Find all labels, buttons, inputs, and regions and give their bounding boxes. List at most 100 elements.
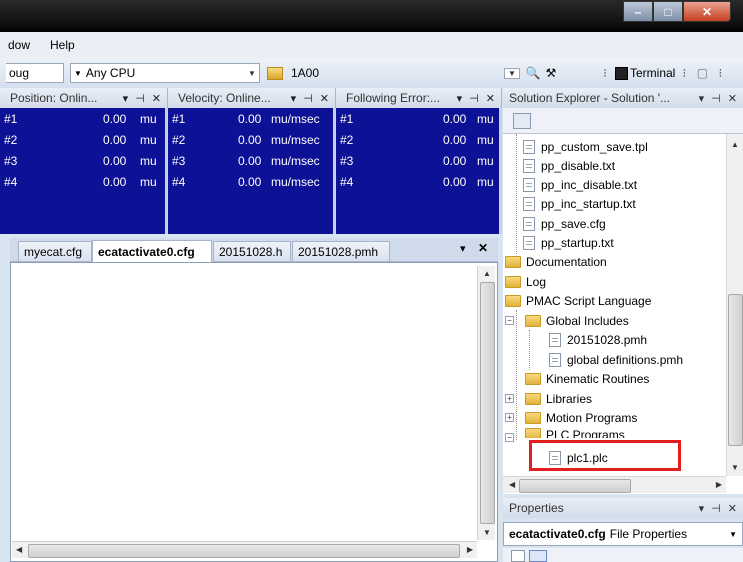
- scroll-thumb[interactable]: [480, 282, 495, 524]
- tab-list-dropdown-icon[interactable]: ▾: [460, 242, 466, 255]
- tree-item[interactable]: 20151028.pmh: [549, 330, 647, 349]
- tree-item-libraries[interactable]: Libraries: [525, 389, 592, 408]
- tree-item-plc-programs[interactable]: PLC Programs: [525, 428, 625, 438]
- scroll-left-icon[interactable]: ◀: [509, 480, 515, 489]
- dropdown-icon[interactable]: ▾: [699, 92, 705, 105]
- pane-title: Velocity: Online...: [178, 91, 271, 105]
- close-icon[interactable]: ✕: [728, 92, 737, 105]
- window-icon[interactable]: ▢: [693, 64, 711, 82]
- tree-item-global-includes[interactable]: Global Includes: [525, 311, 629, 330]
- tree-item-pmac-script-language[interactable]: PMAC Script Language: [505, 291, 651, 310]
- properties-icon[interactable]: [513, 113, 531, 129]
- watch-value: 0.00: [103, 154, 127, 168]
- motor-id: #1: [4, 112, 18, 126]
- expand-icon[interactable]: +: [505, 413, 514, 422]
- collapse-icon[interactable]: −: [505, 316, 514, 325]
- tab-20151028-pmh[interactable]: 20151028.pmh: [292, 241, 390, 261]
- tab-ecatactivate0-cfg[interactable]: ecatactivate0.cfg: [92, 240, 212, 262]
- chevron-down-icon: ▼: [74, 68, 82, 78]
- watch-value: 0.00: [443, 175, 467, 189]
- tree-item-label: pp_custom_save.tpl: [541, 139, 648, 154]
- open-folder-icon[interactable]: [266, 64, 284, 82]
- motor-id: #1: [340, 112, 354, 126]
- panel-title: Solution Explorer - Solution '...: [509, 91, 671, 105]
- address-combo[interactable]: 1A00 ▼: [288, 63, 520, 83]
- pin-icon[interactable]: ⊣: [711, 502, 721, 515]
- close-icon[interactable]: ✕: [486, 92, 495, 105]
- pin-icon[interactable]: ⊣: [469, 92, 479, 105]
- scroll-right-icon[interactable]: ▶: [716, 480, 722, 489]
- tree-item-label: PMAC Script Language: [526, 293, 652, 308]
- close-icon[interactable]: ✕: [728, 502, 737, 515]
- grip-icon: ⁝: [682, 66, 687, 80]
- maximize-button[interactable]: □: [653, 1, 683, 22]
- solution-horizontal-scrollbar[interactable]: ◀ ▶: [503, 476, 726, 493]
- configuration-combo[interactable]: oug: [6, 63, 64, 83]
- scroll-right-icon[interactable]: ▶: [467, 545, 473, 554]
- find-icon[interactable]: 🔍: [524, 64, 542, 82]
- scroll-up-icon[interactable]: ▲: [483, 269, 491, 278]
- alphabetical-icon[interactable]: [529, 550, 547, 562]
- watch-row: #3 0.00 mu/msec: [168, 151, 333, 171]
- expand-icon[interactable]: +: [505, 394, 514, 403]
- file-icon: [523, 216, 535, 231]
- watch-unit: mu/msec: [271, 133, 320, 147]
- dropdown-icon[interactable]: ▾: [123, 92, 129, 105]
- tree-item-label: Libraries: [546, 391, 593, 406]
- tree-line: [529, 330, 530, 370]
- tree-item[interactable]: pp_inc_startup.txt: [523, 194, 636, 213]
- tree-item-documentation[interactable]: Documentation: [505, 252, 607, 271]
- code-editor[interactable]: [10, 262, 498, 562]
- pin-icon[interactable]: ⊣: [135, 92, 145, 105]
- scroll-down-icon[interactable]: ▼: [483, 528, 491, 537]
- title-bar: – □ ✕: [0, 0, 743, 32]
- motor-id: #4: [4, 175, 18, 189]
- folder-open-icon: [525, 314, 541, 327]
- pin-icon[interactable]: ⊣: [711, 92, 721, 105]
- editor-vertical-scrollbar[interactable]: ▲ ▼: [477, 266, 495, 540]
- tree-item-kinematic-routines[interactable]: Kinematic Routines: [525, 369, 649, 388]
- scroll-thumb[interactable]: [28, 544, 460, 558]
- tree-item[interactable]: pp_save.cfg: [523, 214, 606, 233]
- properties-object-selector[interactable]: ecatactivate0.cfg File Properties ▼: [503, 522, 743, 546]
- collapse-icon[interactable]: −: [505, 433, 514, 442]
- solution-vertical-scrollbar[interactable]: ▲ ▼: [726, 134, 743, 476]
- dropdown-icon[interactable]: ▾: [699, 502, 705, 515]
- close-button[interactable]: ✕: [683, 1, 731, 22]
- menu-bar: dow Help: [0, 32, 743, 58]
- tab-myecat-cfg[interactable]: myecat.cfg: [18, 241, 92, 261]
- tree-item-log[interactable]: Log: [505, 272, 546, 291]
- editor-horizontal-scrollbar[interactable]: ◀ ▶: [12, 541, 477, 558]
- watch-value: 0.00: [443, 154, 467, 168]
- categorized-icon[interactable]: [511, 550, 525, 562]
- scroll-down-icon[interactable]: ▼: [731, 463, 739, 472]
- watch-value: 0.00: [238, 112, 262, 126]
- tree-item[interactable]: pp_startup.txt: [523, 233, 614, 252]
- minimize-button[interactable]: –: [623, 1, 653, 22]
- tree-item[interactable]: pp_custom_save.tpl: [523, 137, 648, 156]
- tree-item[interactable]: pp_disable.txt: [523, 156, 615, 175]
- tab-20151028-h[interactable]: 20151028.h: [213, 241, 291, 261]
- tree-item-motion-programs[interactable]: Motion Programs: [525, 408, 637, 427]
- terminal-button[interactable]: Terminal: [630, 66, 675, 80]
- menu-window[interactable]: dow: [0, 38, 40, 52]
- pin-icon[interactable]: ⊣: [303, 92, 313, 105]
- dropdown-icon[interactable]: ▾: [291, 92, 297, 105]
- scroll-up-icon[interactable]: ▲: [731, 140, 739, 149]
- watch-value: 0.00: [103, 112, 127, 126]
- scroll-left-icon[interactable]: ◀: [16, 545, 22, 554]
- tree-item[interactable]: global definitions.pmh: [549, 350, 683, 369]
- platform-combo[interactable]: ▼ Any CPU ▼: [70, 63, 260, 83]
- scroll-thumb[interactable]: [728, 294, 743, 446]
- tree-item[interactable]: pp_inc_disable.txt: [523, 175, 637, 194]
- chevron-down-icon[interactable]: ▼: [729, 530, 737, 539]
- hammer-icon[interactable]: ⚒: [542, 64, 560, 82]
- address-value: 1A00: [291, 66, 320, 80]
- dropdown-icon[interactable]: ▾: [457, 92, 463, 105]
- scroll-thumb[interactable]: [519, 479, 631, 493]
- close-icon[interactable]: ✕: [152, 92, 161, 105]
- close-icon[interactable]: ✕: [478, 241, 488, 255]
- close-icon[interactable]: ✕: [320, 92, 329, 105]
- motor-id: #2: [172, 133, 186, 147]
- menu-help[interactable]: Help: [40, 38, 85, 52]
